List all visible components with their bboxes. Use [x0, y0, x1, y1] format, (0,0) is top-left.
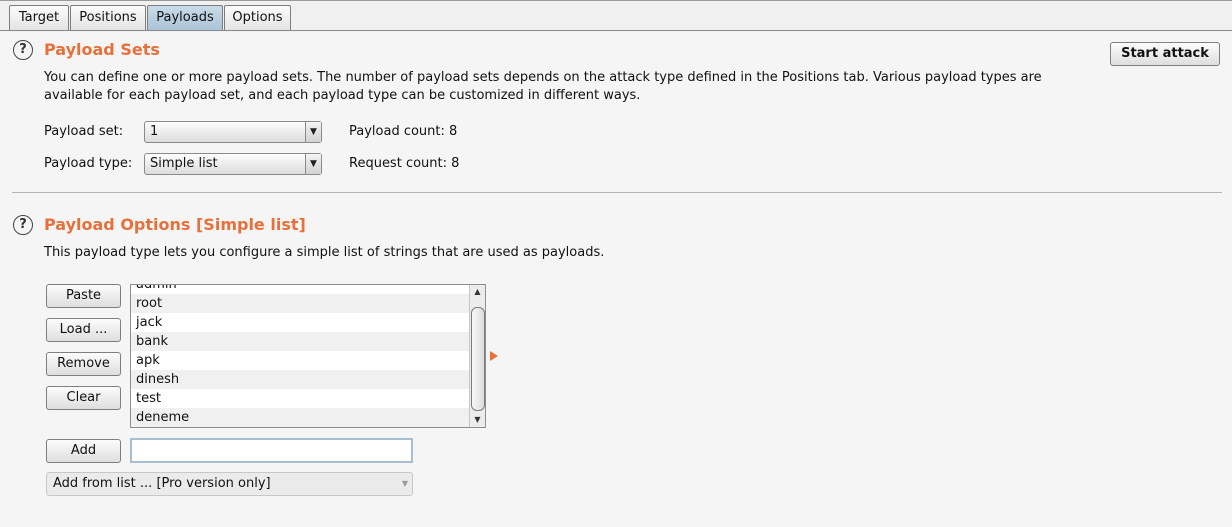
- add-from-list-label: Add from list ... [Pro version only]: [53, 476, 271, 491]
- scroll-down-icon[interactable]: ▼: [470, 413, 485, 427]
- payload-count-label: Payload count: 8: [349, 124, 458, 139]
- payload-set-value: 1: [150, 124, 159, 139]
- chevron-down-icon: ▼: [305, 154, 321, 174]
- payload-list[interactable]: admin root jack bank apk dinesh test den…: [130, 284, 486, 428]
- payload-type-value: Simple list: [150, 156, 218, 171]
- expand-arrow-icon[interactable]: [490, 351, 498, 361]
- payload-set-label: Payload set:: [44, 124, 124, 139]
- load-button[interactable]: Load ...: [46, 318, 121, 342]
- remove-button[interactable]: Remove: [46, 352, 121, 376]
- help-icon[interactable]: ?: [13, 40, 33, 60]
- payload-count-value: 8: [449, 124, 458, 139]
- chevron-down-icon: ▼: [305, 122, 321, 142]
- clear-button[interactable]: Clear: [46, 386, 121, 410]
- request-count-label: Request count: 8: [349, 156, 460, 171]
- list-item[interactable]: admin: [131, 285, 469, 294]
- add-from-list-select: Add from list ... [Pro version only] ▼: [46, 472, 413, 496]
- list-item[interactable]: dinesh: [131, 370, 469, 389]
- paste-button[interactable]: Paste: [46, 284, 121, 308]
- request-count-value: 8: [451, 156, 460, 171]
- payload-set-select[interactable]: 1 ▼: [144, 121, 322, 143]
- tab-target[interactable]: Target: [9, 5, 69, 30]
- list-item[interactable]: test: [131, 389, 469, 408]
- payload-options-title: Payload Options [Simple list]: [44, 215, 306, 234]
- tab-bar: Target Positions Payloads Options: [0, 0, 1232, 32]
- add-item-input[interactable]: [130, 438, 413, 463]
- add-button[interactable]: Add: [46, 439, 121, 463]
- list-item[interactable]: bank: [131, 332, 469, 351]
- payload-sets-title: Payload Sets: [44, 40, 160, 59]
- payload-sets-description-line2: available for each payload set, and each…: [44, 88, 641, 103]
- tab-divider: [0, 30, 1232, 31]
- tab-positions[interactable]: Positions: [70, 5, 146, 30]
- list-item[interactable]: apk: [131, 351, 469, 370]
- chevron-down-icon: ▼: [401, 479, 408, 488]
- start-attack-button[interactable]: Start attack: [1110, 42, 1220, 66]
- list-item[interactable]: jack: [131, 313, 469, 332]
- list-item[interactable]: deneme: [131, 408, 469, 427]
- scrollbar-thumb[interactable]: [471, 307, 485, 411]
- tab-payloads[interactable]: Payloads: [147, 5, 223, 31]
- payload-list-items: admin root jack bank apk dinesh test den…: [131, 285, 469, 427]
- list-item[interactable]: root: [131, 294, 469, 313]
- payload-list-scrollbar[interactable]: ▲ ▼: [469, 285, 485, 427]
- tab-options[interactable]: Options: [224, 5, 291, 30]
- section-divider: [12, 192, 1222, 193]
- payload-type-label: Payload type:: [44, 156, 133, 171]
- payload-options-description: This payload type lets you configure a s…: [44, 245, 605, 260]
- help-icon[interactable]: ?: [13, 215, 33, 235]
- payload-type-select[interactable]: Simple list ▼: [144, 153, 322, 175]
- payload-sets-description-line1: You can define one or more payload sets.…: [44, 70, 1042, 85]
- scroll-up-icon[interactable]: ▲: [470, 285, 485, 299]
